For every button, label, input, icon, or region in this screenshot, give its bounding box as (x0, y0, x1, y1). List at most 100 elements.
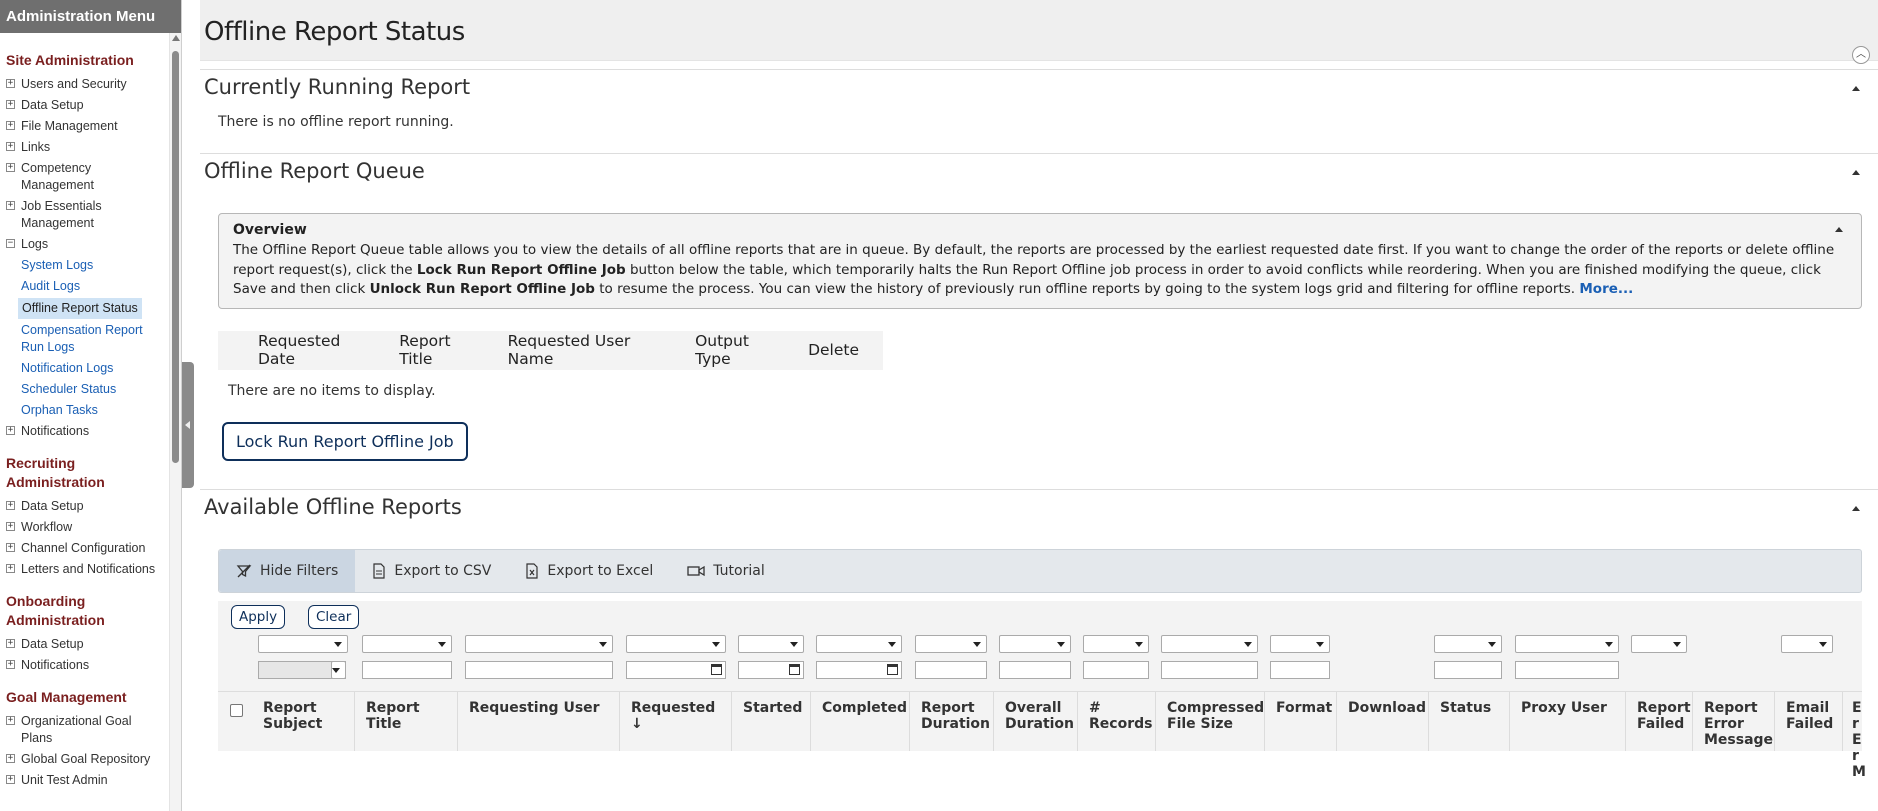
expand-icon[interactable]: + (6, 522, 15, 531)
sidebar-link-notification-logs[interactable]: Notification Logs (0, 358, 169, 379)
filter-input[interactable] (1083, 660, 1149, 679)
sidebar-item-channel-config[interactable]: + Channel Configuration (0, 538, 169, 559)
apply-filter-button[interactable]: Apply (231, 604, 286, 629)
col-format[interactable]: Format (1276, 700, 1336, 716)
sidebar-link-system-logs[interactable]: System Logs (0, 255, 169, 276)
sidebar-item-letters[interactable]: + Letters and Notifications (0, 559, 169, 580)
sidebar-link-scheduler-status[interactable]: Scheduler Status (0, 379, 169, 400)
filter-select[interactable] (999, 634, 1071, 653)
sidebar-item-global-goal-repo[interactable]: + Global Goal Repository (0, 749, 169, 770)
expand-icon[interactable]: + (6, 163, 15, 172)
sidebar-item-onboarding-notifications[interactable]: + Notifications (0, 655, 169, 676)
expand-icon[interactable]: + (6, 121, 15, 130)
filter-input[interactable] (1161, 660, 1258, 679)
filter-select[interactable] (1434, 634, 1502, 653)
filter-select[interactable] (1083, 634, 1149, 653)
collapse-caret-icon[interactable] (1852, 170, 1860, 175)
sidebar-link-offline-report-status[interactable]: Offline Report Status (18, 298, 142, 319)
filter-input[interactable] (362, 660, 452, 679)
sidebar-scroll-thumb[interactable] (172, 51, 179, 463)
expand-icon[interactable]: + (6, 142, 15, 151)
sidebar-scrollbar[interactable] (169, 33, 181, 811)
expand-icon[interactable]: + (6, 100, 15, 109)
filter-select[interactable] (1161, 634, 1258, 653)
col-started[interactable]: Started (743, 700, 813, 716)
col-status[interactable]: Status (1440, 700, 1510, 716)
sidebar-item-links[interactable]: + Links (0, 137, 169, 158)
col-report-title[interactable]: Report Title (366, 700, 446, 732)
filter-select[interactable] (1515, 634, 1619, 653)
expand-icon[interactable]: + (6, 660, 15, 669)
queue-panel-header[interactable]: Offline Report Queue (200, 153, 1878, 188)
col-compressed-file-size[interactable]: Compressed File Size (1167, 700, 1267, 732)
expand-icon[interactable]: + (6, 501, 15, 510)
filter-select[interactable] (915, 634, 987, 653)
overview-more-link[interactable]: More... (1579, 281, 1633, 297)
filter-select[interactable] (258, 634, 348, 653)
sidebar-item-org-goal-plans[interactable]: + Organizational Goal Plans (0, 711, 169, 749)
filter-date-input[interactable] (738, 660, 804, 679)
col-completed[interactable]: Completed (822, 700, 912, 716)
collapse-caret-icon[interactable] (1852, 505, 1860, 511)
col-report-subject[interactable]: Report Subject (263, 700, 343, 732)
overview-collapse-caret-icon[interactable] (1835, 227, 1843, 232)
col-report-title[interactable]: Report Title (399, 332, 483, 368)
col-delete[interactable]: Delete (808, 341, 859, 359)
col-report-error-message[interactable]: Report Error Message (1704, 700, 1773, 748)
expand-icon[interactable]: + (6, 754, 15, 763)
filter-input[interactable] (999, 660, 1071, 679)
filter-select[interactable] (465, 634, 613, 653)
filter-select[interactable] (816, 634, 902, 653)
collapse-caret-icon[interactable] (1852, 86, 1860, 91)
filter-select[interactable] (362, 634, 452, 653)
dropdown-arrow-icon[interactable] (331, 660, 346, 679)
filter-input[interactable] (1515, 660, 1619, 679)
expand-icon[interactable]: + (6, 775, 15, 784)
filter-input[interactable] (915, 660, 987, 679)
sidebar-item-users-security[interactable]: + Users and Security (0, 74, 169, 95)
sidebar-item-logs[interactable]: − Logs (0, 234, 169, 255)
tutorial-button[interactable]: Tutorial (670, 550, 781, 592)
expand-icon[interactable]: + (6, 201, 15, 210)
running-report-panel-header[interactable]: Currently Running Report (200, 69, 1878, 104)
sidebar-item-data-setup[interactable]: + Data Setup (0, 95, 169, 116)
calendar-icon[interactable] (711, 663, 722, 675)
col-requested-user-name[interactable]: Requested User Name (508, 332, 671, 368)
export-csv-button[interactable]: Export to CSV (355, 550, 508, 592)
onboarding-heading[interactable]: Onboarding Administration (0, 592, 169, 630)
col-output-type[interactable]: Output Type (695, 332, 784, 368)
filter-select[interactable] (1270, 634, 1330, 653)
col-requested-sorted[interactable]: Requested ↓ (631, 700, 731, 732)
sidebar-item-recruiting-data-setup[interactable]: + Data Setup (0, 496, 169, 517)
expand-icon[interactable]: + (6, 79, 15, 88)
sidebar-collapse-handle[interactable] (182, 362, 194, 488)
expand-icon[interactable]: + (6, 426, 15, 435)
sidebar-link-audit-logs[interactable]: Audit Logs (0, 276, 169, 297)
col-requesting-user[interactable]: Requesting User (469, 700, 619, 716)
col-overall-duration[interactable]: Overall Duration (1005, 700, 1077, 732)
filter-input[interactable] (1434, 660, 1502, 679)
select-all-checkbox[interactable] (230, 703, 243, 717)
col-report-failed[interactable]: Report Failed (1637, 700, 1691, 732)
sidebar-link-orphan-tasks[interactable]: Orphan Tasks (0, 400, 169, 421)
filter-date-input[interactable] (626, 660, 726, 679)
expand-icon[interactable]: + (6, 564, 15, 573)
sidebar-item-competency[interactable]: + Competency Management (0, 158, 169, 196)
site-admin-heading[interactable]: Site Administration (0, 51, 169, 70)
filter-select[interactable] (738, 634, 804, 653)
col-proxy-user[interactable]: Proxy User (1521, 700, 1621, 716)
calendar-icon[interactable] (887, 663, 898, 675)
scroll-up-arrow-icon[interactable] (172, 35, 180, 41)
clear-filter-button[interactable]: Clear (308, 604, 360, 629)
sidebar-item-notifications[interactable]: + Notifications (0, 421, 169, 442)
collapse-header-icon[interactable]: ︿ (1852, 46, 1870, 64)
collapse-icon[interactable]: − (6, 239, 15, 248)
col-truncated[interactable]: Er Er M (1852, 700, 1866, 780)
col-download[interactable]: Download (1348, 700, 1428, 716)
hide-filters-button[interactable]: Hide Filters (219, 549, 356, 592)
filter-input[interactable] (1270, 660, 1330, 679)
lock-run-report-button[interactable]: Lock Run Report Offline Job (222, 421, 468, 461)
filter-date-input[interactable] (816, 660, 902, 679)
sidebar-item-onboarding-data-setup[interactable]: + Data Setup (0, 634, 169, 655)
recruiting-heading[interactable]: Recruiting Administration (0, 454, 169, 492)
